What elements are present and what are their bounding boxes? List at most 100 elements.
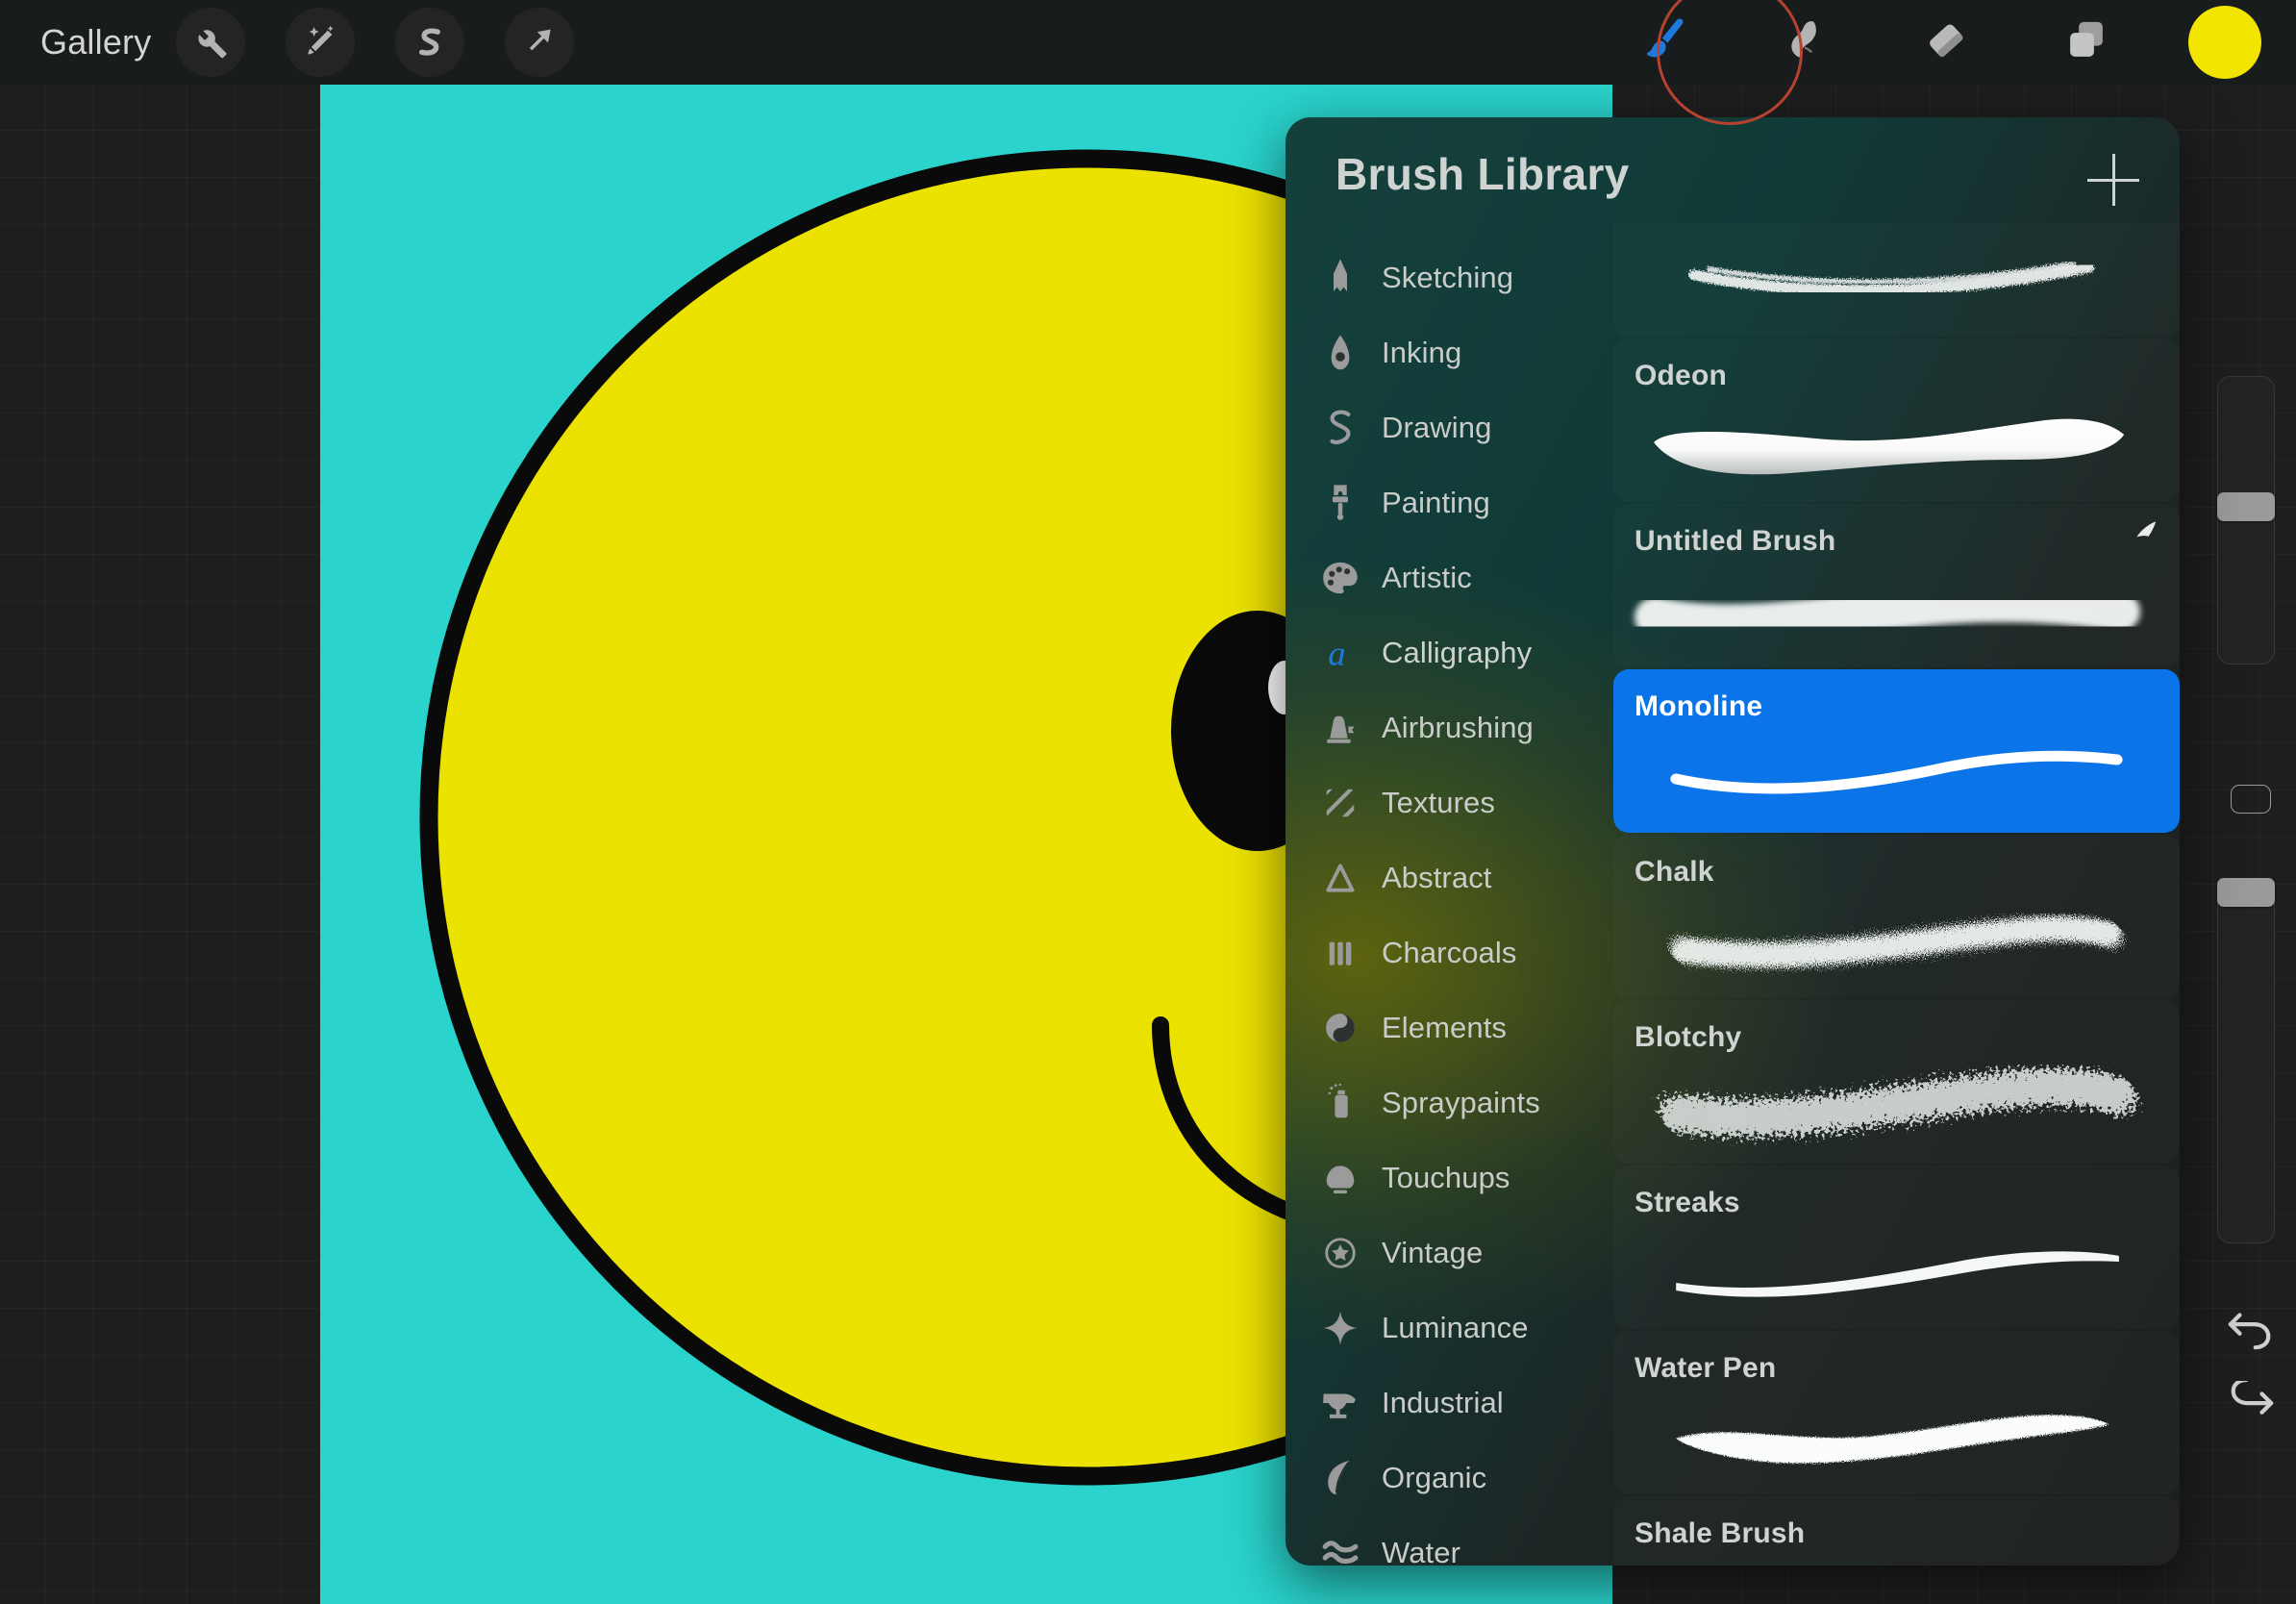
yin-yang-icon — [1312, 1005, 1368, 1051]
modify-button[interactable] — [2231, 785, 2271, 814]
brush-list-item[interactable]: Streaks — [1613, 1165, 2180, 1329]
sidebar-label: Abstract — [1382, 861, 1492, 894]
sidebar-label: Artistic — [1382, 561, 1472, 594]
hatched-square-icon — [1312, 780, 1368, 826]
sidebar-label: Textures — [1382, 786, 1495, 819]
sidebar-label: Airbrushing — [1382, 711, 1534, 744]
sidebar-label: Touchups — [1382, 1161, 1510, 1194]
layers-tool[interactable] — [2040, 0, 2133, 85]
sidebar-item-industrial[interactable]: Industrial — [1285, 1366, 1613, 1441]
smudge-tool[interactable] — [1759, 0, 1852, 85]
selection-tool[interactable] — [395, 8, 465, 77]
brush-list-item[interactable]: Untitled Brush — [1613, 504, 2180, 667]
brush-opacity-thumb[interactable] — [2217, 878, 2275, 907]
brush-list-item[interactable]: Water Pen — [1613, 1331, 2180, 1494]
brush-name: Odeon — [1635, 360, 1727, 391]
toolbar-right-group — [1571, 0, 2296, 85]
brush-library-panel[interactable]: Brush Library Sketching Inking Drawing P… — [1285, 117, 2180, 1566]
sidebar-item-drawing[interactable]: Drawing — [1285, 390, 1613, 465]
brush-name: Water Pen — [1635, 1352, 1777, 1384]
sidebar-item-calligraphy[interactable]: a Calligraphy — [1285, 615, 1613, 690]
sidebar-item-sketching[interactable]: Sketching — [1285, 240, 1613, 315]
magic-wand-icon — [301, 23, 339, 62]
brush-name: Untitled Brush — [1635, 525, 1836, 557]
sidebar-label: Industrial — [1382, 1386, 1504, 1419]
sidebar-label: Water — [1382, 1536, 1461, 1566]
leaf-icon — [1312, 1455, 1368, 1501]
brush-size-slider[interactable] — [2217, 376, 2275, 664]
sidebar-item-spraypaints[interactable]: Spraypaints — [1285, 1065, 1613, 1140]
star-circle-icon — [1312, 1230, 1368, 1276]
brush-list-item[interactable]: Chalk — [1613, 835, 2180, 998]
sidebar-item-textures[interactable]: Textures — [1285, 765, 1613, 840]
brush-name: Monoline — [1635, 690, 1763, 722]
brush-library-body: Sketching Inking Drawing Painting Artist… — [1285, 223, 2180, 1566]
sidebar-label: Inking — [1382, 336, 1462, 369]
paintbrush-icon — [1638, 13, 1692, 72]
redo-button[interactable] — [2223, 1377, 2279, 1429]
brush-name: Streaks — [1635, 1187, 1740, 1218]
brush-list-item[interactable]: Odeon — [1613, 338, 2180, 502]
brush-category-sidebar[interactable]: Sketching Inking Drawing Painting Artist… — [1285, 223, 1613, 1566]
waves-icon — [1312, 1530, 1368, 1566]
brush-library-header: Brush Library — [1285, 117, 2180, 223]
sidebar-label: Painting — [1382, 486, 1490, 519]
sidebar-item-inking[interactable]: Inking — [1285, 315, 1613, 390]
shell-icon — [1312, 1155, 1368, 1201]
palette-icon — [1312, 555, 1368, 601]
undo-button[interactable] — [2223, 1304, 2279, 1352]
sidebar-label: Luminance — [1382, 1311, 1529, 1344]
brush-list-item-selected[interactable]: Monoline — [1613, 669, 2180, 833]
sidebar-item-airbrushing[interactable]: Airbrushing — [1285, 690, 1613, 765]
sidebar-item-elements[interactable]: Elements — [1285, 990, 1613, 1065]
spray-can-icon — [1312, 1080, 1368, 1126]
brush-stroke-preview — [1613, 223, 2180, 337]
s-scribble-icon — [1312, 405, 1368, 451]
svg-text:a: a — [1328, 635, 1345, 673]
anvil-icon — [1312, 1380, 1368, 1426]
add-brush-button[interactable] — [2087, 154, 2139, 206]
s-curve-selection-icon — [411, 23, 449, 62]
triangle-outline-icon — [1312, 855, 1368, 901]
adjustments-tool[interactable] — [286, 8, 356, 77]
sidebar-item-water[interactable]: Water — [1285, 1516, 1613, 1566]
sidebar-item-luminance[interactable]: Luminance — [1285, 1291, 1613, 1366]
brush-list-item[interactable]: Shale Brush — [1613, 1496, 2180, 1566]
four-point-sparkle-icon — [1312, 1305, 1368, 1351]
sidebar-item-painting[interactable]: Painting — [1285, 465, 1613, 540]
gallery-button[interactable]: Gallery — [29, 25, 176, 60]
brush-list-item[interactable] — [1613, 223, 2180, 337]
sidebar-label: Drawing — [1382, 411, 1492, 444]
top-toolbar: Gallery — [0, 0, 2296, 85]
ink-nib-icon — [1312, 330, 1368, 376]
sidebar-item-touchups[interactable]: Touchups — [1285, 1140, 1613, 1216]
sidebar-label: Elements — [1382, 1011, 1508, 1044]
three-bars-icon — [1312, 930, 1368, 976]
color-swatch[interactable] — [2188, 6, 2261, 79]
brush-list[interactable]: Odeon Untitled Brush Monoline Chalk Blot… — [1613, 223, 2180, 1566]
arrow-transform-icon — [520, 23, 559, 62]
transform-tool[interactable] — [505, 8, 575, 77]
brush-opacity-slider[interactable] — [2217, 878, 2275, 1243]
wrench-icon — [191, 23, 230, 62]
sidebar-item-charcoals[interactable]: Charcoals — [1285, 915, 1613, 990]
sidebar-label: Spraypaints — [1382, 1086, 1540, 1119]
smudge-finger-icon — [1780, 14, 1832, 71]
eraser-icon — [1920, 14, 1972, 71]
brush-name: Chalk — [1635, 856, 1714, 888]
brush-name: Blotchy — [1635, 1021, 1742, 1053]
airbrush-icon — [1312, 705, 1368, 751]
custom-brush-icon — [2126, 519, 2159, 553]
layers-icon — [2060, 14, 2112, 71]
sidebar-item-vintage[interactable]: Vintage — [1285, 1216, 1613, 1291]
paint-tool[interactable] — [1619, 0, 1711, 85]
brush-name: Shale Brush — [1635, 1517, 1806, 1549]
sidebar-item-abstract[interactable]: Abstract — [1285, 840, 1613, 915]
italic-a-icon: a — [1312, 630, 1368, 676]
actions-wrench-tool[interactable] — [176, 8, 246, 77]
sidebar-item-organic[interactable]: Organic — [1285, 1441, 1613, 1516]
brush-list-item[interactable]: Blotchy — [1613, 1000, 2180, 1164]
sidebar-item-artistic[interactable]: Artistic — [1285, 540, 1613, 615]
brush-size-thumb[interactable] — [2217, 492, 2275, 521]
erase-tool[interactable] — [1900, 0, 1992, 85]
